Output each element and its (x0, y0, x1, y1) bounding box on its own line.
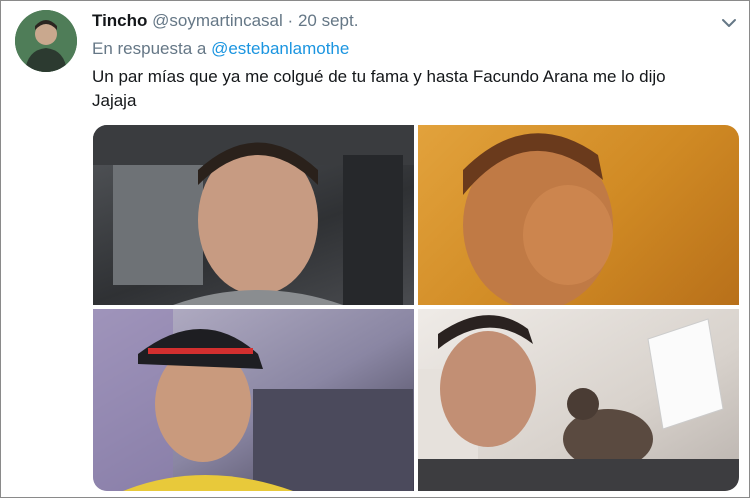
display-name[interactable]: Tincho (92, 11, 147, 30)
media-grid (93, 125, 739, 491)
reply-prefix: En respuesta a (92, 39, 207, 58)
photo-3[interactable] (93, 309, 414, 491)
photo-4[interactable] (418, 309, 739, 491)
tweet-header: Tincho @soymartincasal · 20 sept. (92, 11, 358, 31)
chevron-down-icon[interactable] (719, 13, 739, 33)
avatar[interactable] (15, 10, 77, 72)
separator: · (287, 11, 294, 30)
reply-context: En respuesta a @estebanlamothe (92, 39, 349, 59)
tweet-text-line: Un par mías que ya me colgué de tu fama … (92, 67, 666, 86)
handle[interactable]: @soymartincasal (152, 11, 283, 30)
reply-handle-link[interactable]: @estebanlamothe (211, 39, 349, 58)
tweet-text-line: Jajaja (92, 91, 137, 110)
photo-2[interactable] (418, 125, 739, 305)
tweet-date[interactable]: 20 sept. (298, 11, 359, 30)
tweet-card: Tincho @soymartincasal · 20 sept. En res… (0, 0, 750, 498)
photo-1[interactable] (93, 125, 414, 305)
tweet-text: Un par mías que ya me colgué de tu fama … (92, 65, 732, 113)
